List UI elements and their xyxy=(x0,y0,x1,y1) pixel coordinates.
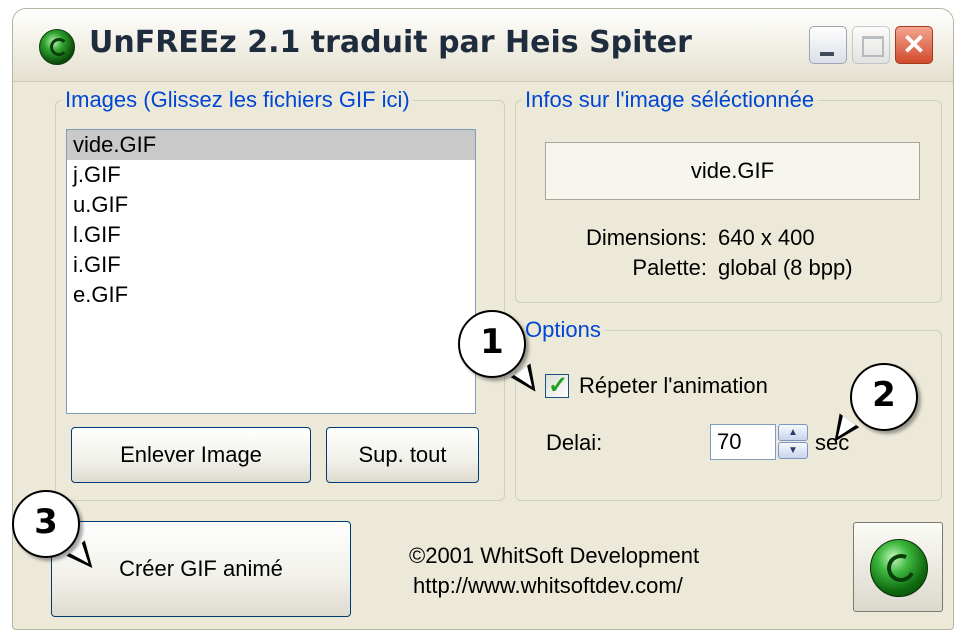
list-item[interactable]: e.GIF xyxy=(67,280,475,310)
maximize-button[interactable] xyxy=(852,26,890,64)
remove-image-button[interactable]: Enlever Image xyxy=(71,427,311,483)
minimize-button[interactable] xyxy=(809,26,847,64)
whitsoft-logo-button[interactable] xyxy=(853,522,943,612)
list-item[interactable]: l.GIF xyxy=(67,220,475,250)
gif-file-list[interactable]: vide.GIF j.GIF u.GIF l.GIF i.GIF e.GIF xyxy=(66,129,476,414)
palette-value: global (8 bpp) xyxy=(718,255,853,280)
checkmark-icon: ✓ xyxy=(548,372,569,399)
close-icon: ✕ xyxy=(902,29,926,60)
whitsoft-logo-icon xyxy=(870,539,928,597)
callout-2: 2 xyxy=(850,363,918,431)
repeat-animation-checkbox[interactable]: ✓ xyxy=(545,372,569,399)
delay-label: Delai: xyxy=(546,430,603,455)
list-item[interactable]: i.GIF xyxy=(67,250,475,280)
remove-all-button[interactable]: Sup. tout xyxy=(326,427,479,483)
window-title: UnFREEz 2.1 traduit par Heis Spiter xyxy=(89,25,692,60)
images-group-legend: Images (Glissez les fichiers GIF ici) xyxy=(65,87,410,112)
spin-down-icon[interactable]: ▼ xyxy=(778,442,808,459)
options-legend: Options xyxy=(525,317,601,342)
copyright-text: ©2001 WhitSoft Development xyxy=(409,543,700,568)
delay-input[interactable]: 70 xyxy=(710,424,776,460)
callout-3: 3 xyxy=(12,490,80,558)
app-logo-icon[interactable] xyxy=(39,29,75,65)
callout-1: 1 xyxy=(458,310,526,378)
dimensions-label: Dimensions: xyxy=(585,225,707,250)
palette-label: Palette: xyxy=(632,255,707,280)
image-info-legend: Infos sur l'image séléctionnée xyxy=(525,87,815,112)
title-bar[interactable]: UnFREEz 2.1 traduit par Heis Spiter ✕ xyxy=(13,9,953,82)
repeat-animation-label[interactable]: Répeter l'animation xyxy=(579,373,768,399)
close-button[interactable]: ✕ xyxy=(895,26,933,64)
spin-up-icon[interactable]: ▲ xyxy=(778,424,808,441)
create-animated-gif-button[interactable]: Créer GIF animé xyxy=(51,521,351,617)
list-item[interactable]: u.GIF xyxy=(67,190,475,220)
list-item[interactable]: j.GIF xyxy=(67,160,475,190)
list-item[interactable]: vide.GIF xyxy=(67,130,475,160)
selected-filename-display: vide.GIF xyxy=(545,142,920,200)
website-link[interactable]: http://www.whitsoftdev.com/ xyxy=(413,573,683,599)
dimensions-value: 640 x 400 xyxy=(718,225,815,250)
